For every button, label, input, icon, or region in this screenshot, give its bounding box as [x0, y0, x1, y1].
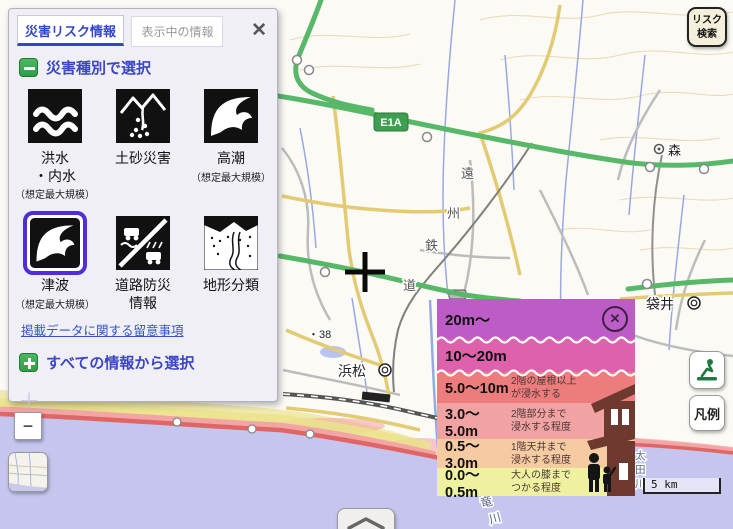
- legend-toggle-button[interactable]: 凡例: [689, 395, 725, 431]
- storm-surge-icon: [204, 89, 258, 143]
- map-scale-bar: 5 km: [643, 478, 721, 494]
- label-spot-height: ・38: [308, 329, 331, 341]
- panel-collapse-button[interactable]: [337, 508, 395, 529]
- flood-icon: [28, 89, 82, 143]
- close-icon[interactable]: ✕: [251, 19, 267, 42]
- terrain-icon: [204, 216, 258, 270]
- section-title: 災害種別で選択: [46, 57, 151, 78]
- panel-tabbar: 災害リスク情報 表示中の情報 ✕: [9, 9, 277, 47]
- svg-text:田: 田: [635, 464, 646, 476]
- hazard-type-grid: 洪水 ・内水 （想定最大規模） 土砂災害: [11, 84, 275, 312]
- svg-text:鉄: 鉄: [425, 238, 438, 253]
- legend-row: 5.0〜10m 2階の屋根以上が浸水する: [437, 372, 635, 403]
- legend-row: 10〜20m: [437, 339, 635, 372]
- label-fukuroi: 袋井: [646, 296, 674, 312]
- hazard-item-flood[interactable]: 洪水 ・内水 （想定最大規模）: [15, 84, 95, 201]
- svg-text:太: 太: [635, 449, 646, 462]
- legend-close-icon[interactable]: ✕: [602, 306, 628, 332]
- section-by-disaster-type: 災害種別で選択: [19, 57, 277, 78]
- zoom-out-button[interactable]: −: [14, 412, 42, 440]
- legend-row: 3.0〜5.0m 2階部分まで浸水する程度: [437, 403, 635, 439]
- section-title: すべての情報から選択: [46, 352, 194, 373]
- data-notes-link[interactable]: 掲載データに関する留意事項: [21, 320, 184, 339]
- hazard-item-road-hazard[interactable]: 道路防災 情報: [110, 211, 176, 312]
- tab-disaster-risk-info[interactable]: 災害リスク情報: [17, 15, 124, 46]
- label-hamamatsu: 浜松: [338, 363, 366, 379]
- svg-text:州: 州: [447, 206, 460, 221]
- app-window: E1A 森 袋井 浜松 ・38 遠 州 鉄 道 太 田 川: [0, 0, 733, 529]
- landslide-icon: [116, 89, 170, 143]
- svg-text:E1A: E1A: [380, 117, 401, 129]
- risk-search-button[interactable]: リスク 検索: [687, 7, 727, 47]
- expressway-badge: E1A: [374, 113, 408, 131]
- expand-plus-icon[interactable]: [19, 353, 38, 372]
- tsunami-depth-legend: 20m〜 10〜20m 5.0〜10m 2階の屋根以上が浸水する 3.0〜5.0…: [437, 299, 635, 496]
- hazard-item-storm-surge[interactable]: 高潮 （想定最大規模）: [191, 84, 271, 201]
- legend-row: 0.0〜0.5m 大人の膝までつかる程度: [437, 468, 635, 496]
- tab-displayed-info[interactable]: 表示中の情報: [131, 16, 223, 47]
- svg-text:遠: 遠: [461, 166, 474, 181]
- collapse-minus-icon[interactable]: [19, 58, 38, 77]
- running-person-icon: [694, 357, 720, 383]
- evacuation-site-button[interactable]: [689, 351, 725, 389]
- road-hazard-icon: [116, 216, 170, 270]
- tsunami-icon: [30, 218, 80, 268]
- chevron-up-icon: [345, 515, 387, 529]
- svg-text:道: 道: [403, 278, 416, 293]
- disaster-risk-panel: 災害リスク情報 表示中の情報 ✕ 災害種別で選択 洪水 ・内水 （想定最大規模）: [8, 8, 278, 402]
- section-all-info: すべての情報から選択: [19, 352, 277, 373]
- hazard-item-terrain[interactable]: 地形分類: [198, 211, 264, 312]
- hazard-item-tsunami[interactable]: 津波 （想定最大規模）: [15, 211, 95, 312]
- label-mori: 森: [668, 143, 681, 158]
- minimap-thumbnail: [9, 453, 48, 492]
- hazard-item-landslide[interactable]: 土砂災害: [110, 84, 176, 201]
- overview-map-button[interactable]: [8, 452, 48, 492]
